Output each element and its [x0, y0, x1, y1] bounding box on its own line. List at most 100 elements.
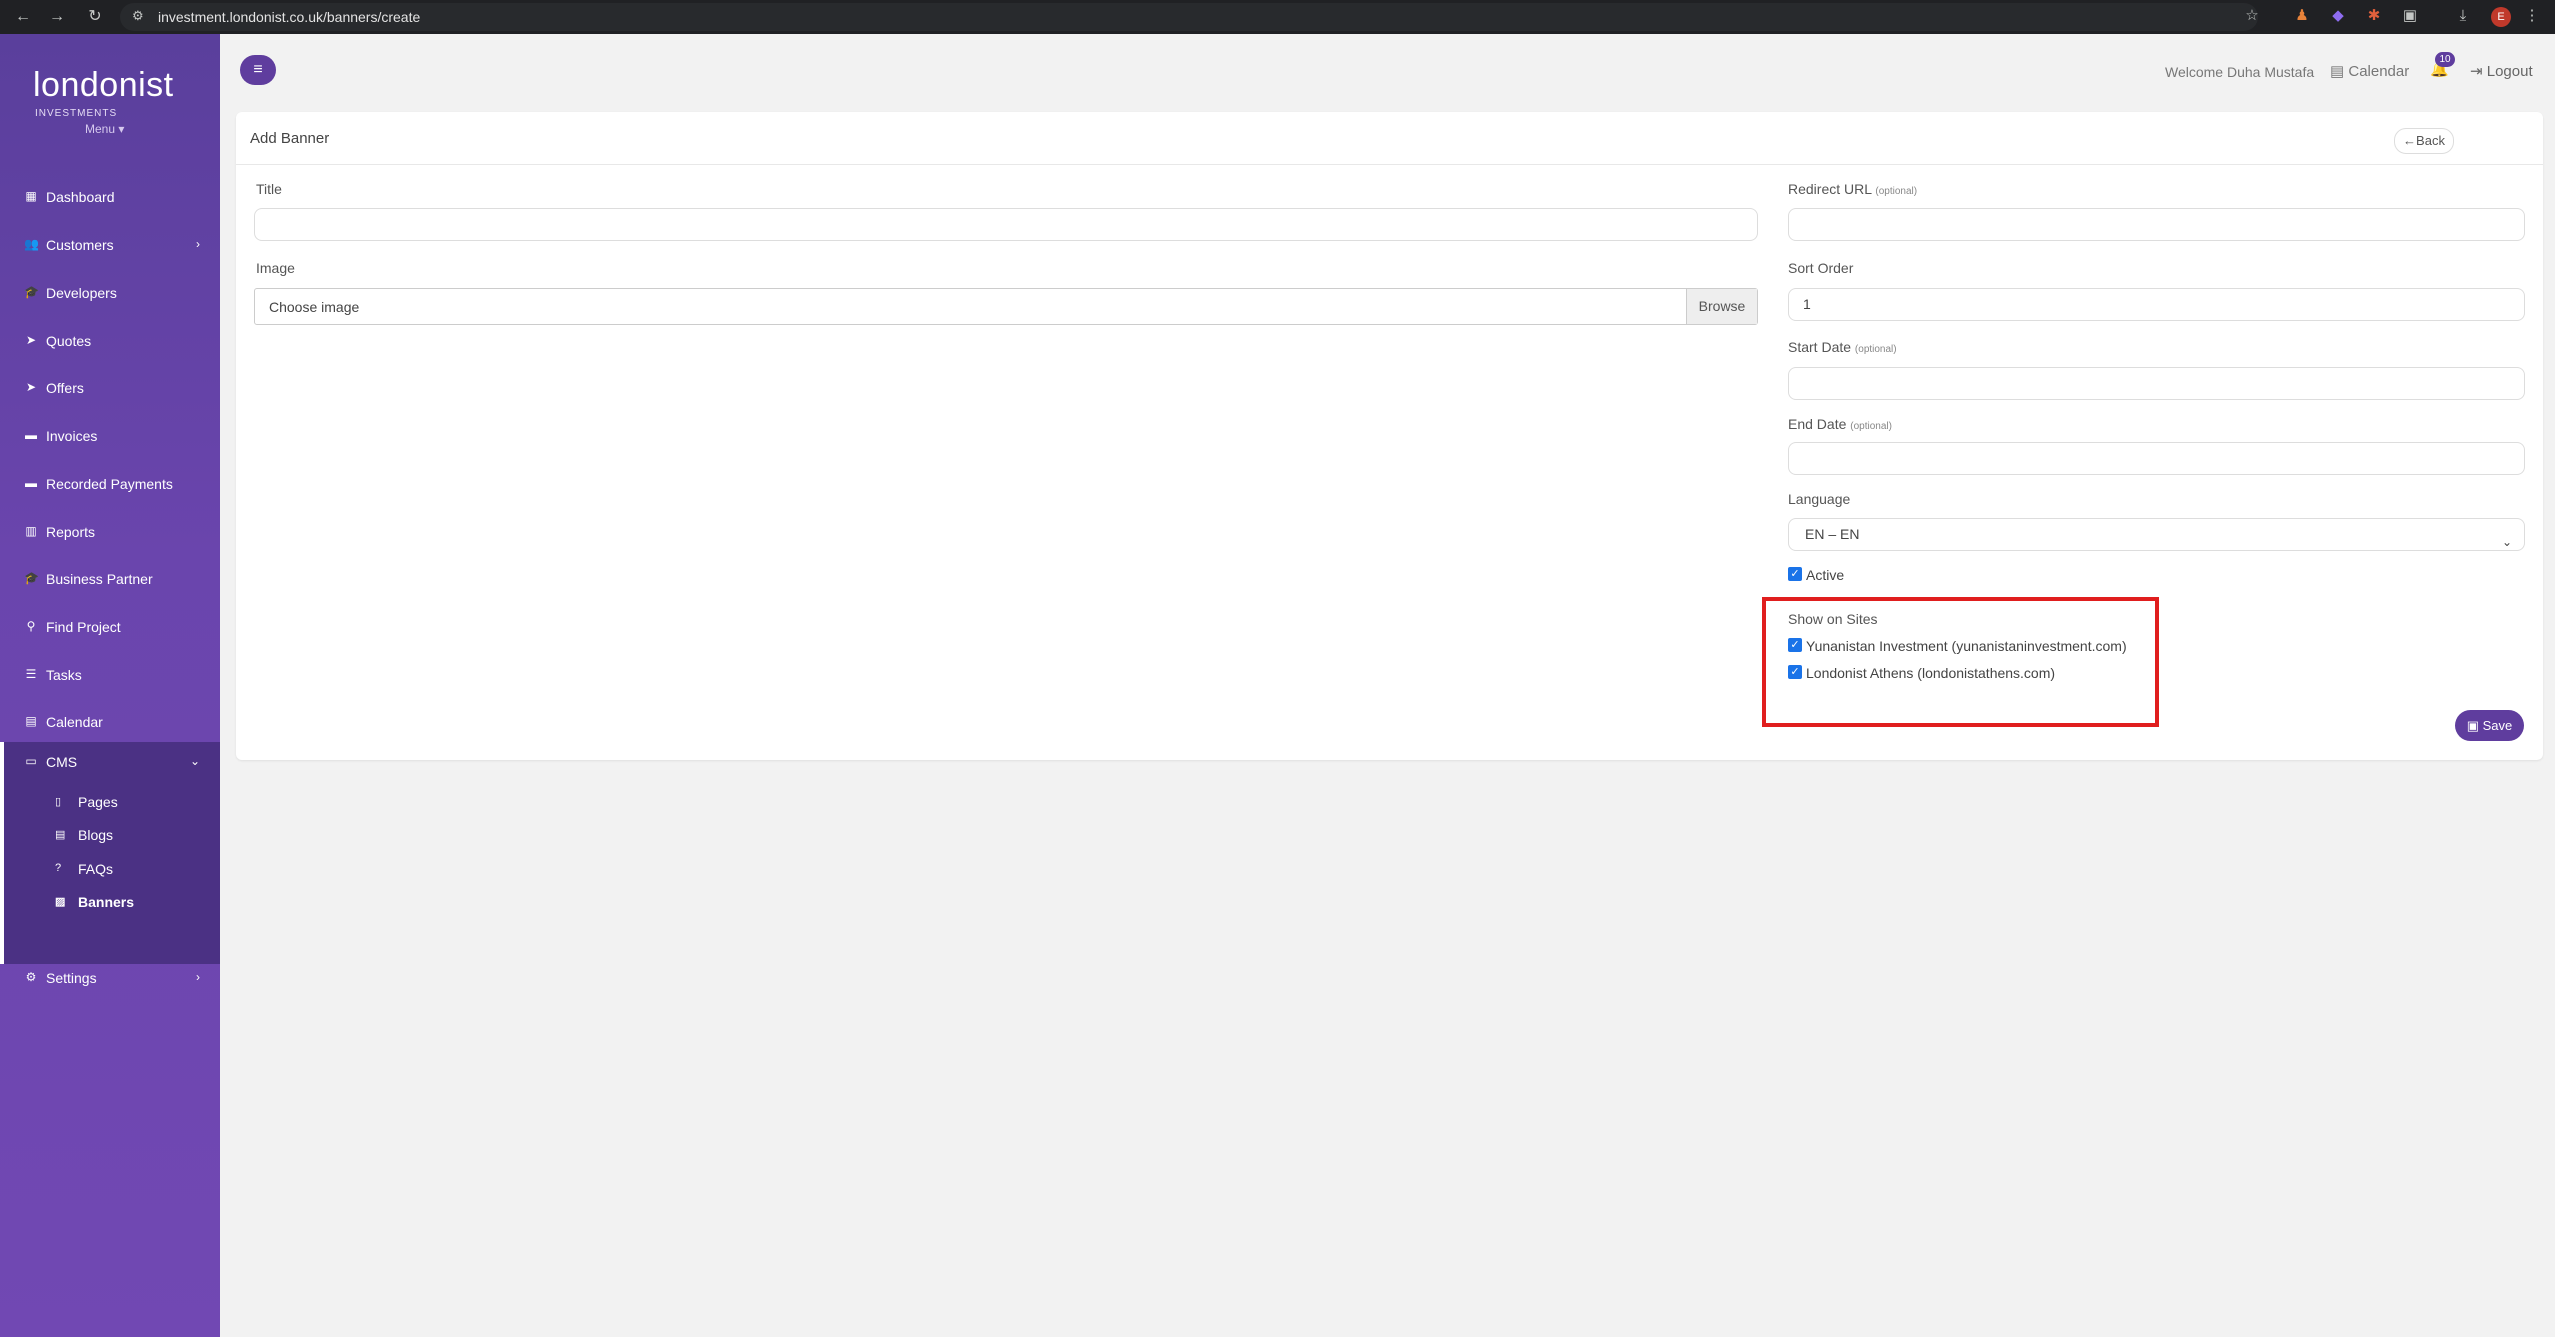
sidebar-subitem-label: Blogs	[78, 827, 114, 843]
language-label: Language	[1788, 491, 1851, 507]
annotation-highlight-box	[1762, 597, 2159, 727]
graduation-cap-icon: 🎓	[24, 285, 39, 299]
sidebar-item-label: Settings	[46, 970, 97, 986]
download-icon[interactable]: ⤓	[2453, 6, 2473, 26]
hamburger-icon: ≡	[253, 61, 263, 78]
optional-hint: (optional)	[1854, 344, 1897, 355]
cms-group: ▭ CMS ⌄ ▯ Pages ▤ Blogs ? FAQs ▨ Banners	[0, 742, 220, 964]
arrow-left-icon: ←	[2403, 133, 2417, 148]
site-settings-icon[interactable]: ⚙	[132, 8, 144, 24]
back-button-label: Back	[2416, 133, 2445, 148]
sidebar-item-offers[interactable]: ➤ Offers	[0, 368, 220, 408]
sidebar-item-find-project[interactable]: ⚲ Find Project	[0, 607, 220, 647]
sidebar-item-label: Dashboard	[46, 189, 115, 205]
rocket-icon: ➤	[25, 380, 37, 394]
back-button[interactable]: ←Back	[2394, 128, 2454, 154]
title-label: Title	[256, 181, 282, 197]
sidebar-subitem-label: FAQs	[78, 861, 114, 877]
sidebar-subitem-label: Pages	[78, 794, 118, 810]
sidebar-item-cms[interactable]: ▭ CMS ⌄	[0, 742, 220, 782]
image-label: Image	[256, 260, 295, 276]
sidebar-item-reports[interactable]: ▥ Reports	[0, 512, 220, 552]
calendar-link-label: Calendar	[2348, 63, 2410, 80]
title-input[interactable]	[254, 208, 1758, 241]
image-icon: ▨	[55, 896, 66, 908]
sidebar-item-developers[interactable]: 🎓 Developers	[0, 273, 220, 313]
start-date-input[interactable]	[1788, 367, 2525, 400]
calendar-icon: ▤	[2330, 63, 2345, 80]
calendar-link[interactable]: ▤ Calendar	[2330, 62, 2409, 80]
back-arrow-icon[interactable]: ←	[12, 6, 34, 28]
reload-icon[interactable]: ↻	[84, 6, 106, 28]
bar-chart-icon: ▥	[25, 524, 37, 538]
address-bar[interactable]: ⚙ investment.londonist.co.uk/banners/cre…	[120, 3, 2258, 31]
sidebar-subitem-pages[interactable]: ▯ Pages	[0, 788, 220, 816]
list-icon: ☰	[25, 667, 37, 681]
sidebar-item-recorded-payments[interactable]: ▬ Recorded Payments	[0, 464, 220, 504]
dashboard-icon: ▦	[25, 189, 37, 203]
sidebar-item-tasks[interactable]: ☰ Tasks	[0, 655, 220, 695]
sidebar-item-label: Calendar	[46, 714, 103, 730]
calendar-icon: ▤	[25, 714, 37, 728]
sidebar-toggle-button[interactable]: ≡	[240, 55, 276, 85]
forward-arrow-icon[interactable]: →	[46, 6, 68, 28]
sort-order-input[interactable]: 1	[1788, 288, 2525, 321]
save-icon: ▣	[2466, 718, 2480, 733]
sidebar-subitem-faqs[interactable]: ? FAQs	[0, 855, 220, 883]
chevron-right-icon: ›	[196, 237, 200, 251]
save-button[interactable]: ▣ Save	[2455, 710, 2524, 741]
sidebar-item-calendar[interactable]: ▤ Calendar	[0, 702, 220, 742]
end-date-input[interactable]	[1788, 442, 2525, 475]
end-date-label: End Date (optional)	[1788, 416, 1892, 432]
active-checkbox[interactable]: ✓	[1788, 567, 1802, 581]
sidebar-subitem-blogs[interactable]: ▤ Blogs	[0, 821, 220, 849]
bookmark-star-icon[interactable]: ☆	[2242, 6, 2262, 26]
sidebar-item-invoices[interactable]: ▬ Invoices	[0, 416, 220, 456]
sort-order-label: Sort Order	[1788, 260, 1854, 276]
credit-card-icon: ▬	[25, 428, 37, 442]
url-text[interactable]: investment.londonist.co.uk/banners/creat…	[158, 9, 420, 25]
sidebar-item-quotes[interactable]: ➤ Quotes	[0, 321, 220, 361]
sidebar-subitem-banners[interactable]: ▨ Banners	[0, 888, 220, 916]
extensions-puzzle-icon[interactable]: ▣	[2400, 6, 2420, 26]
end-date-label-text: End Date	[1788, 416, 1847, 432]
optional-hint: (optional)	[1875, 186, 1918, 197]
profile-avatar[interactable]: E	[2491, 7, 2511, 27]
sidebar-item-label: Developers	[46, 285, 117, 301]
sidebar-item-label: Recorded Payments	[46, 476, 173, 492]
newspaper-icon: ▤	[55, 829, 66, 841]
credit-card-icon: ▬	[25, 476, 37, 490]
sidebar-subitem-label: Banners	[78, 894, 135, 910]
image-file-input[interactable]: Choose image Browse	[254, 288, 1758, 325]
sidebar-item-dashboard[interactable]: ▦ Dashboard	[0, 177, 220, 217]
menu-dropdown[interactable]: Menu ▾	[85, 122, 124, 136]
save-button-label: Save	[2482, 718, 2513, 733]
language-select[interactable]: EN – EN ⌄	[1788, 518, 2525, 551]
sidebar-item-label: Business Partner	[46, 571, 153, 587]
sidebar-item-customers[interactable]: 👥 Customers ›	[0, 225, 220, 265]
logo[interactable]: londonist	[33, 66, 174, 105]
browser-chrome: ← → ↻ ⚙ investment.londonist.co.uk/banne…	[0, 0, 2555, 34]
image-file-placeholder: Choose image	[269, 299, 360, 315]
optional-hint: (optional)	[1850, 421, 1892, 432]
add-banner-card: Add Banner ←Back Title Image Choose imag…	[236, 112, 2543, 760]
more-menu-icon[interactable]: ⋮	[2522, 6, 2542, 26]
start-date-label: Start Date (optional)	[1788, 339, 1897, 355]
caret-down-icon: ▾	[118, 122, 125, 136]
language-select-value: EN – EN	[1805, 526, 1860, 542]
extension-icon[interactable]: ♟	[2292, 6, 2312, 26]
sidebar-item-settings[interactable]: ⚙ Settings ›	[0, 958, 220, 998]
active-label[interactable]: Active	[1806, 567, 1844, 583]
extension-icon[interactable]: ✱	[2364, 6, 2384, 26]
search-icon: ⚲	[26, 619, 36, 633]
redirect-url-input[interactable]	[1788, 208, 2525, 241]
logout-link[interactable]: ⇥ Logout	[2470, 62, 2533, 80]
sign-out-icon: ⇥	[2470, 63, 2483, 80]
chevron-down-icon: ⌄	[189, 754, 200, 768]
sidebar-item-label: Offers	[46, 380, 84, 396]
sidebar-item-label: Customers	[46, 237, 114, 253]
sidebar-item-business-partner[interactable]: 🎓 Business Partner	[0, 559, 220, 599]
browse-button[interactable]: Browse	[1686, 289, 1757, 324]
menu-dropdown-label: Menu	[85, 122, 116, 136]
extension-icon[interactable]: ◆	[2328, 6, 2348, 26]
